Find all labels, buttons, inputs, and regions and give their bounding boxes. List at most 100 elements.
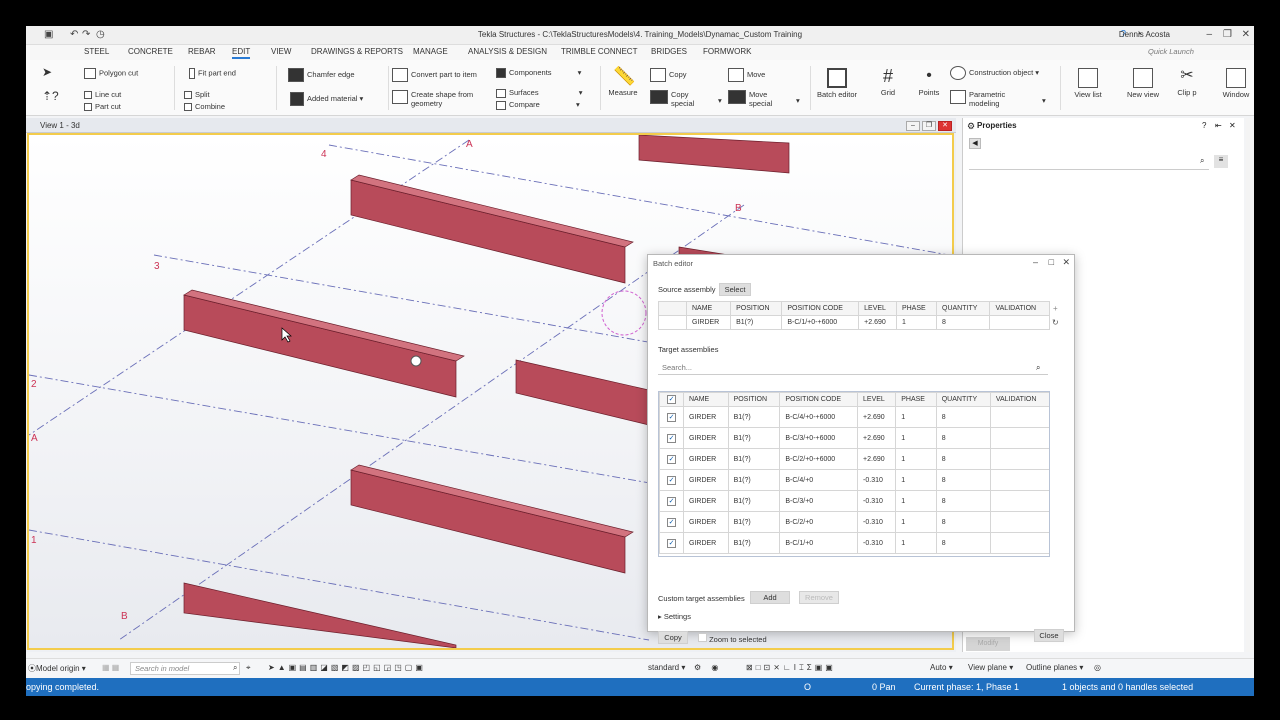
minimize-icon[interactable]: – bbox=[1206, 29, 1212, 40]
standard-select[interactable]: standard ▾ bbox=[648, 663, 685, 672]
construction-object-button[interactable]: Construction object ▾ bbox=[950, 66, 1039, 80]
quick-launch-input[interactable]: Quick Launch bbox=[1148, 47, 1248, 58]
tab-steel[interactable]: STEEL bbox=[84, 47, 109, 56]
handle-point[interactable] bbox=[410, 355, 422, 367]
source-row[interactable]: GIRDER B1(?) B-C/1/+0-+6000 +2.690 1 8 bbox=[658, 315, 1050, 330]
clip-plane-button[interactable]: ✂ Clip p bbox=[1174, 66, 1200, 97]
compare-button[interactable]: Compare ▾ bbox=[496, 100, 580, 110]
fit-part-end-button[interactable]: Fit part end bbox=[189, 68, 236, 79]
row-checkbox[interactable]: ✓ bbox=[659, 427, 684, 449]
view-plane-select[interactable]: View plane ▾ bbox=[968, 663, 1013, 672]
back-button[interactable]: ◀ bbox=[969, 138, 981, 149]
select-all-checkbox[interactable]: ✓ bbox=[659, 392, 684, 407]
snap-switches[interactable]: ⊠□⊡⨯∟Ι⌶Σ▣▣ bbox=[746, 663, 836, 673]
create-shape-button[interactable]: Create shape from geometry bbox=[392, 90, 473, 108]
dialog-close-icon[interactable]: ✕ bbox=[1062, 257, 1070, 268]
parametric-modeling-button[interactable]: Parametric modeling bbox=[950, 90, 1005, 108]
tab-concrete[interactable]: CONCRETE bbox=[128, 47, 173, 56]
find-icon[interactable]: ⌖ bbox=[246, 663, 251, 673]
move-special-button[interactable]: Move special bbox=[728, 90, 772, 108]
tab-bridges[interactable]: BRIDGES bbox=[651, 47, 687, 56]
view-restore-button[interactable]: ❐ bbox=[922, 121, 936, 131]
settings-expander[interactable]: ▸ Settings bbox=[658, 612, 691, 621]
split-button[interactable]: Split bbox=[184, 90, 210, 100]
zoom-to-selected-checkbox[interactable]: Zoom to selected bbox=[698, 633, 767, 644]
refresh-icon[interactable]: ↻ bbox=[1052, 318, 1059, 327]
help-icon[interactable]: ? bbox=[1202, 121, 1206, 130]
components-button[interactable]: Components ▾ bbox=[496, 68, 581, 79]
row-checkbox[interactable]: ✓ bbox=[659, 448, 684, 470]
copy-button[interactable]: Copy bbox=[650, 68, 687, 82]
model-search-icon[interactable]: ⌕ bbox=[233, 663, 237, 673]
add-row-icon[interactable]: + bbox=[1053, 304, 1058, 313]
close-button[interactable]: Close bbox=[1034, 629, 1064, 642]
move-special-dropdown[interactable]: ▾ bbox=[796, 96, 800, 105]
tab-drawings-reports[interactable]: DRAWINGS & REPORTS bbox=[311, 47, 403, 56]
select-filter-icon[interactable]: ⇡? bbox=[42, 90, 59, 102]
add-button[interactable]: Add bbox=[750, 591, 790, 604]
target-row[interactable]: ✓ GIRDER B1(?) B-C/3/+0-+6000 +2.690 1 8 bbox=[659, 427, 1049, 449]
target-row[interactable]: ✓ GIRDER B1(?) B-C/2/+0-+6000 +2.690 1 8 bbox=[659, 448, 1049, 470]
line-cut-button[interactable]: Line cut bbox=[84, 90, 121, 100]
restore-icon[interactable]: ❐ bbox=[1223, 29, 1232, 40]
tab-manage[interactable]: MANAGE bbox=[413, 47, 448, 56]
model-search-input[interactable]: Search in model bbox=[130, 662, 240, 675]
target-row[interactable]: ✓ GIRDER B1(?) B-C/4/+0-+6000 +2.690 1 8 bbox=[659, 406, 1049, 428]
row-checkbox[interactable]: ✓ bbox=[659, 511, 684, 533]
points-button[interactable]: • Points bbox=[916, 66, 942, 97]
combine-button[interactable]: Combine bbox=[184, 102, 225, 112]
select-button[interactable]: Select bbox=[719, 283, 751, 296]
properties-search-input[interactable] bbox=[969, 156, 1209, 170]
added-material-button[interactable]: Added material ▾ bbox=[290, 92, 363, 106]
tab-analysis-design[interactable]: ANALYSIS & DESIGN bbox=[468, 47, 547, 56]
batch-editor-button[interactable]: Batch editor bbox=[814, 68, 860, 99]
view-list-button[interactable]: View list bbox=[1070, 68, 1106, 99]
search-icon[interactable]: ⌕ bbox=[1200, 156, 1204, 166]
target-row[interactable]: ✓ GIRDER B1(?) B-C/1/+0 -0.310 1 8 bbox=[659, 532, 1049, 554]
copy-button[interactable]: Copy bbox=[658, 631, 688, 644]
panel-close-icon[interactable]: ✕ bbox=[1229, 121, 1236, 130]
copy-special-button[interactable]: Copy special bbox=[650, 90, 694, 108]
new-view-button[interactable]: New view bbox=[1124, 68, 1162, 99]
outline-planes-select[interactable]: Outline planes ▾ bbox=[1026, 663, 1083, 672]
convert-part-button[interactable]: Convert part to item bbox=[392, 68, 477, 82]
part-cut-button[interactable]: Part cut bbox=[84, 102, 121, 112]
row-checkbox[interactable]: ✓ bbox=[659, 469, 684, 491]
view-close-button[interactable]: ✕ bbox=[938, 121, 952, 131]
auto-select[interactable]: Auto ▾ bbox=[930, 663, 953, 672]
select-arrow-icon[interactable]: ➤ bbox=[42, 66, 52, 78]
copy-special-dropdown[interactable]: ▾ bbox=[718, 96, 722, 105]
modify-button[interactable]: Modify bbox=[966, 637, 1010, 651]
row-checkbox[interactable]: ✓ bbox=[659, 532, 684, 554]
status-phase[interactable]: Current phase: 1, Phase 1 bbox=[914, 682, 1019, 692]
row-checkbox[interactable]: ✓ bbox=[659, 406, 684, 428]
dialog-maximize-icon[interactable]: □ bbox=[1049, 257, 1054, 267]
surfaces-button[interactable]: Surfaces ▾ bbox=[496, 88, 582, 98]
move-button[interactable]: Move bbox=[728, 68, 765, 82]
target-search-icon[interactable]: ⌕ bbox=[1036, 363, 1040, 373]
window-button[interactable]: Window bbox=[1220, 68, 1252, 99]
measure-button[interactable]: 📏 Measure bbox=[606, 66, 640, 97]
model-origin-select[interactable]: ⦿Model origin ▾ bbox=[28, 663, 86, 674]
tab-formwork[interactable]: FORMWORK bbox=[703, 47, 751, 56]
polygon-cut-button[interactable]: Polygon cut bbox=[84, 68, 138, 79]
tab-edit[interactable]: EDIT bbox=[232, 47, 251, 59]
pin-icon[interactable]: ⇤ bbox=[1215, 121, 1222, 130]
view-icons[interactable]: ⚙ ◉ bbox=[694, 663, 722, 672]
remove-button[interactable]: Remove bbox=[799, 591, 839, 604]
selection-switches[interactable]: ➤▲▣▤▥◪▧◩▨◰◱◲◳▢▣ bbox=[268, 663, 426, 672]
eye-icon[interactable]: ◎ bbox=[1094, 663, 1101, 672]
tab-view[interactable]: VIEW bbox=[271, 47, 291, 56]
target-row[interactable]: ✓ GIRDER B1(?) B-C/2/+0 -0.310 1 8 bbox=[659, 511, 1049, 533]
row-checkbox[interactable]: ✓ bbox=[659, 490, 684, 512]
target-row[interactable]: ✓ GIRDER B1(?) B-C/4/+0 -0.310 1 8 bbox=[659, 469, 1049, 491]
tab-rebar[interactable]: REBAR bbox=[188, 47, 216, 56]
target-search-input[interactable]: Search... bbox=[658, 361, 1048, 375]
tab-trimble-connect[interactable]: TRIMBLE CONNECT bbox=[561, 47, 637, 56]
view-minimize-button[interactable]: – bbox=[906, 121, 920, 131]
chamfer-edge-button[interactable]: Chamfer edge bbox=[288, 68, 355, 82]
close-icon[interactable]: ✕ bbox=[1242, 29, 1250, 40]
target-row[interactable]: ✓ GIRDER B1(?) B-C/3/+0 -0.310 1 8 bbox=[659, 490, 1049, 512]
parametric-dropdown[interactable]: ▾ bbox=[1042, 96, 1046, 105]
dialog-minimize-icon[interactable]: – bbox=[1033, 257, 1038, 267]
